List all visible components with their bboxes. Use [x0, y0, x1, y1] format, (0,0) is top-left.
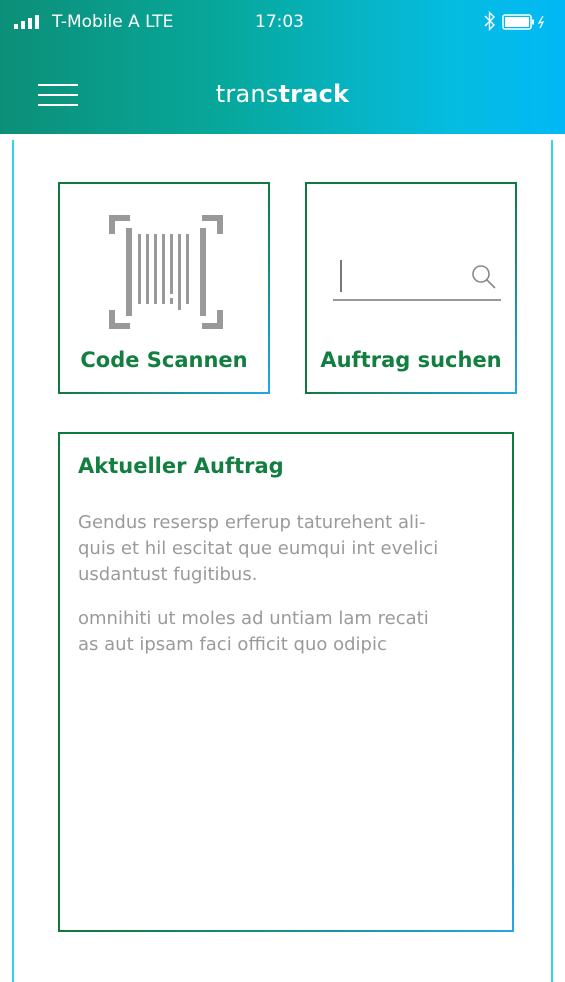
battery-icon	[502, 14, 545, 30]
status-bar: T-Mobile A LTE 17:03	[0, 0, 565, 44]
current-order-title: Aktueller Auftrag	[78, 454, 284, 478]
signal-bars-icon	[14, 15, 39, 29]
text-line: Gendus resersp erferup taturehent ali-	[78, 512, 426, 533]
text-line: usdantust fugitibus.	[78, 564, 258, 585]
app-header: T-Mobile A LTE 17:03 transtrack	[0, 0, 565, 134]
app-title: transtrack	[0, 80, 565, 108]
order-search-tile[interactable]: Auftrag suchen	[305, 182, 517, 394]
order-search-label: Auftrag suchen	[320, 348, 502, 372]
magnifier-icon	[333, 260, 501, 301]
bluetooth-icon	[484, 11, 495, 31]
barcode-scan-icon	[109, 215, 223, 329]
frame-right-border	[551, 140, 553, 982]
code-scan-tile[interactable]: Code Scannen	[58, 182, 270, 394]
app-title-light: trans	[215, 80, 279, 108]
app-screen: T-Mobile A LTE 17:03 transtrack Code Sca…	[0, 0, 565, 982]
text-line: quis et hil escitat que eumqui int eveli…	[78, 538, 439, 559]
text-line: as aut ipsam faci officit quo odipic	[78, 634, 387, 655]
order-description-2: omnihiti ut moles ad untiam lam recati a…	[78, 606, 488, 658]
status-time: 17:03	[255, 12, 304, 32]
current-order-card: Aktueller Auftrag Gendus resersp erferup…	[58, 432, 514, 932]
code-scan-label: Code Scannen	[80, 348, 248, 372]
carrier-label: T-Mobile A LTE	[52, 12, 174, 32]
frame-left-border	[12, 140, 14, 982]
text-line: omnihiti ut moles ad untiam lam recati	[78, 608, 429, 629]
app-title-bold: track	[278, 80, 350, 108]
order-description-1: Gendus resersp erferup taturehent ali- q…	[78, 510, 488, 588]
